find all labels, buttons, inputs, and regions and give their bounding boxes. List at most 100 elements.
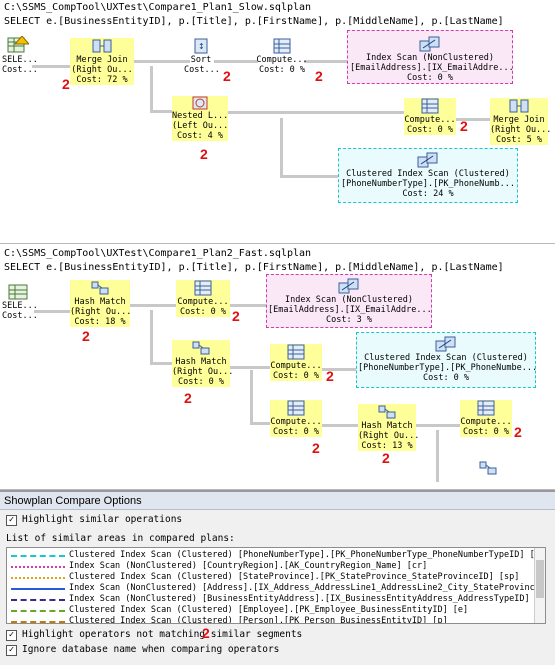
plan2-hash-match3-node[interactable]: Hash Match (Right Ou... Cost: 13 % — [358, 404, 420, 451]
plan1-merge-join2-cost: Cost: 5 % — [495, 135, 543, 145]
plan2-hash-match1-node[interactable]: Hash Match (Right Ou... Cost: 18 % — [70, 280, 132, 327]
plan1-compute2-cost: Cost: 0 % — [406, 125, 454, 135]
merge-join-icon — [509, 99, 529, 113]
plan1-compute1-cost: Cost: 0 % — [258, 65, 306, 75]
plan2-compute3-cost: Cost: 0 % — [272, 427, 320, 437]
compute-scalar-icon — [194, 280, 212, 296]
plan2-select-node[interactable]: SELE... Cost... — [2, 284, 38, 321]
plan1-sort-name: Sort — [190, 55, 212, 65]
list-item[interactable]: Clustered Index Scan (Clustered) [StateP… — [7, 572, 535, 583]
plan2-compute3-name: Compute... — [270, 417, 322, 427]
list-scrollbar[interactable] — [534, 548, 545, 623]
plan1-path: C:\SSMS_CompTool\UXTest\Compare1_Plan1_S… — [4, 2, 312, 13]
highlight-not-matching-checkbox[interactable]: ✓ — [6, 630, 17, 641]
plan1-pane[interactable]: C:\SSMS_CompTool\UXTest\Compare1_Plan1_S… — [0, 0, 555, 244]
list-item-text: Clustered Index Scan (Clustered) [Employ… — [69, 605, 469, 615]
plan1-merge-join2-type: (Right Ou... — [490, 125, 552, 135]
plan1-sort-cost: Cost... — [184, 65, 220, 75]
plan1-merge-join-marker: 2 — [62, 76, 70, 92]
plan2-hash1-name: Hash Match — [74, 297, 126, 307]
plan1-merge-join-name: Merge Join — [76, 55, 128, 65]
plan2-compute2-marker: 2 — [326, 368, 334, 384]
plan2-index-scan-cost: Cost: 3 % — [325, 315, 373, 325]
plan1-select-node[interactable]: SELE... Cost... — [2, 36, 38, 75]
ignore-db-checkbox[interactable]: ✓ — [6, 645, 17, 656]
plan2-select-label: SELE... — [2, 301, 38, 311]
plan2-hash3-type: (Right Ou... — [358, 431, 420, 441]
plan2-clustered-cost: Cost: 0 % — [422, 373, 470, 383]
ignore-db-label: Ignore database name when comparing oper… — [22, 644, 280, 655]
list-item-text: Clustered Index Scan (Clustered) [Person… — [69, 616, 448, 624]
plan2-hash2-name: Hash Match — [175, 357, 227, 367]
list-item[interactable]: Clustered Index Scan (Clustered) [PhoneN… — [7, 550, 545, 561]
options-title: Showplan Compare Options — [0, 492, 555, 510]
plan1-index-scan-node[interactable]: Index Scan (NonClustered) [EmailAddress]… — [350, 36, 514, 83]
compute-scalar-icon — [287, 344, 305, 360]
plan1-sort-node[interactable]: ↕ Sort Cost... — [184, 38, 220, 75]
line-swatch — [11, 577, 65, 579]
plan1-select-cost: Cost... — [2, 65, 38, 75]
plan1-index-scan-cost: Cost: 0 % — [406, 73, 454, 83]
plan2-compute3-marker: 2 — [312, 440, 320, 456]
line-swatch — [11, 588, 65, 590]
plan1-compute1-name: Compute... — [256, 55, 308, 65]
plan2-hash1-type: (Right Ou... — [70, 307, 132, 317]
plan2-compute3-node[interactable]: Compute... Cost: 0 % — [270, 400, 322, 437]
plan1-compute1-node[interactable]: Compute... Cost: 0 % — [256, 38, 308, 75]
sort-icon: ↕ — [194, 38, 208, 54]
plan1-nested-cost: Cost: 4 % — [176, 131, 224, 141]
hash-match-icon — [479, 461, 497, 475]
similar-areas-list[interactable]: Clustered Index Scan (Clustered) [PhoneN… — [6, 547, 546, 624]
plan2-compute2-node[interactable]: Compute... Cost: 0 % — [270, 344, 322, 381]
select-icon — [8, 284, 28, 300]
highlight-similar-checkbox[interactable]: ✓ — [6, 515, 17, 526]
plan1-sort-marker: 2 — [223, 68, 231, 84]
scrollbar-thumb[interactable] — [536, 560, 544, 598]
plan1-nested-type: (Left Ou... — [172, 121, 229, 131]
plan2-index-scan-node[interactable]: Index Scan (NonClustered) [EmailAddress]… — [268, 278, 432, 325]
plan2-clustered-scan-node[interactable]: Clustered Index Scan (Clustered) [PhoneN… — [358, 336, 538, 383]
list-item-text: Index Scan (NonClustered) [BusinessEntit… — [69, 594, 546, 604]
index-scan-icon — [338, 278, 359, 294]
plan2-compute1-node[interactable]: Compute... Cost: 0 % — [176, 280, 230, 317]
plan1-clustered-name: Clustered Index Scan (Clustered) — [346, 169, 510, 179]
list-item[interactable]: Index Scan (NonClustered) [CountryRegion… — [7, 561, 535, 572]
hash-match-icon — [91, 281, 109, 295]
plan1-compute2-node[interactable]: Compute... Cost: 0 % — [404, 98, 456, 135]
plan2-compute2-cost: Cost: 0 % — [272, 371, 320, 381]
plan2-hash2-marker: 2 — [184, 390, 192, 406]
plan2-hash1-marker: 2 — [82, 328, 90, 344]
plan1-merge-join-node[interactable]: Merge Join (Right Ou... Cost: 72 % — [70, 38, 134, 85]
plan2-index-scan-name: Index Scan (NonClustered) — [285, 295, 413, 305]
plan1-nested-loops-node[interactable]: Nested L... (Left Ou... Cost: 4 % — [172, 96, 228, 141]
plan2-select-cost: Cost... — [2, 311, 38, 321]
compute-scalar-icon — [287, 400, 305, 416]
list-item[interactable]: Index Scan (NonClustered) [BusinessEntit… — [7, 594, 545, 605]
list-item-text: Clustered Index Scan (Clustered) [StateP… — [69, 572, 520, 582]
plan1-compute1-marker: 2 — [315, 68, 323, 84]
plan2-compute4-marker: 2 — [514, 424, 522, 440]
plan2-clustered-name: Clustered Index Scan (Clustered) — [364, 353, 528, 363]
line-swatch — [11, 555, 65, 557]
highlight-not-matching-label: Highlight operators not matching similar… — [22, 629, 303, 640]
plan2-query: SELECT e.[BusinessEntityID], p.[Title], … — [4, 262, 504, 273]
plan1-merge-join-type: (Right Ou... — [71, 65, 133, 75]
plan2-compute4-node[interactable]: Compute... Cost: 0 % — [460, 400, 512, 437]
list-item[interactable]: Clustered Index Scan (Clustered) [Employ… — [7, 605, 535, 616]
plan2-hash1-cost: Cost: 18 % — [74, 317, 126, 327]
nested-loops-icon — [192, 96, 208, 110]
line-swatch — [11, 610, 65, 612]
plan1-clustered-cost: Cost: 24 % — [402, 189, 454, 199]
plan2-pane[interactable]: C:\SSMS_CompTool\UXTest\Compare1_Plan2_F… — [0, 244, 555, 490]
plan1-merge-join2-node[interactable]: Merge Join (Right Ou... Cost: 5 % — [490, 98, 552, 145]
hash-match-icon — [378, 405, 396, 419]
plan2-clustered-object: [PhoneNumberType].[PK_PhoneNumbe... — [358, 363, 538, 373]
list-item[interactable]: Index Scan (NonClustered) [Address].[IX_… — [7, 583, 545, 594]
index-scan-icon — [419, 36, 440, 52]
plan1-index-scan-object: [EmailAddress].[IX_EmailAddre... — [350, 63, 514, 73]
plan2-hash-match2-node[interactable]: Hash Match (Right Ou... Cost: 0 % — [172, 340, 233, 387]
list-item-text: Clustered Index Scan (Clustered) [PhoneN… — [69, 550, 546, 560]
list-item[interactable]: Clustered Index Scan (Clustered) [Person… — [7, 616, 535, 624]
plan1-clustered-scan-node[interactable]: Clustered Index Scan (Clustered) [PhoneN… — [340, 152, 516, 199]
plan1-merge-join2-name: Merge Join — [493, 115, 545, 125]
